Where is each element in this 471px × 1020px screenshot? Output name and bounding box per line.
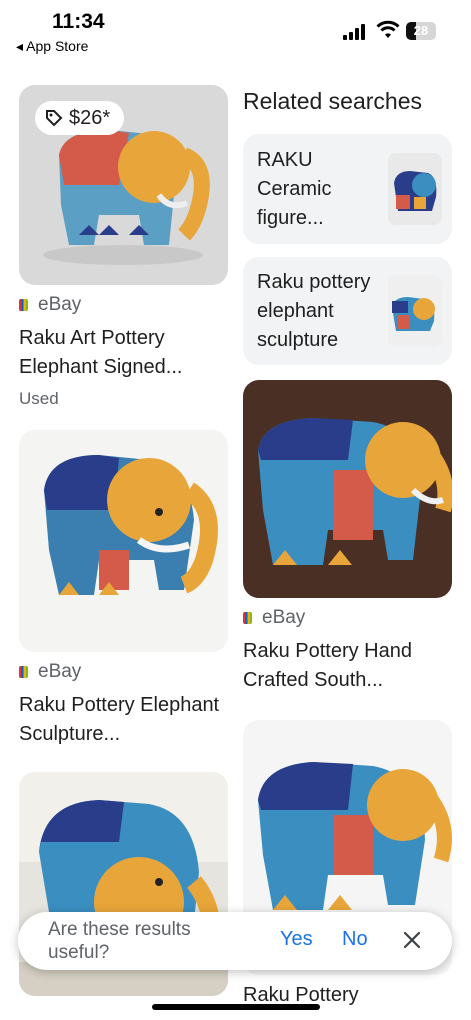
related-search-label: Raku pottery elephant sculpture	[257, 271, 371, 351]
result-image[interactable]: $26*	[19, 85, 228, 285]
result-title[interactable]: Raku Pottery Hand Crafted South...	[243, 637, 452, 695]
back-to-app-store-link[interactable]: ◂ App Store	[16, 38, 88, 55]
result-image[interactable]	[243, 380, 452, 598]
related-search-thumbnail	[388, 275, 442, 347]
result-source: eBay	[243, 607, 305, 629]
home-indicator[interactable]	[152, 1004, 320, 1010]
feedback-question: Are these results useful?	[48, 919, 191, 963]
result-source: eBay	[19, 661, 81, 683]
elephant-thumbnail	[392, 297, 435, 331]
feedback-prompt: Are these results useful? Yes No	[18, 912, 452, 970]
status-bar: 11:34 ◂ App Store 28	[0, 0, 471, 60]
ebay-favicon-icon	[243, 612, 252, 624]
close-icon[interactable]	[400, 928, 424, 952]
price-badge: $26*	[35, 101, 125, 135]
related-search-label: RAKU Ceramic figure...	[257, 149, 332, 229]
elephant-thumbnail	[394, 171, 437, 211]
feedback-yes-button[interactable]: Yes	[280, 928, 313, 951]
ebay-favicon-icon	[19, 299, 28, 311]
related-searches-heading: Related searches	[243, 88, 422, 114]
elephant-image	[44, 455, 218, 595]
result-condition: Used	[19, 389, 59, 408]
related-search-thumbnail	[388, 153, 442, 225]
related-search-chip[interactable]: Raku pottery elephant sculpture	[243, 257, 452, 365]
elephant-image	[258, 418, 452, 565]
feedback-no-button[interactable]: No	[342, 928, 368, 951]
cellular-signal-icon	[343, 24, 365, 40]
battery-icon: 28	[406, 22, 436, 40]
result-source: eBay	[19, 294, 81, 316]
related-search-chip[interactable]: RAKU Ceramic figure...	[243, 134, 452, 244]
wifi-icon	[376, 20, 400, 38]
result-image[interactable]	[19, 430, 228, 652]
ebay-favicon-icon	[19, 666, 28, 678]
tag-icon	[46, 110, 63, 127]
result-title[interactable]: Raku Art Pottery Elephant Signed...	[19, 324, 224, 382]
result-title[interactable]: Raku Pottery Elephant Sculpture...	[19, 691, 234, 749]
price-text: $26*	[69, 106, 111, 129]
clock: 11:34	[52, 10, 105, 33]
